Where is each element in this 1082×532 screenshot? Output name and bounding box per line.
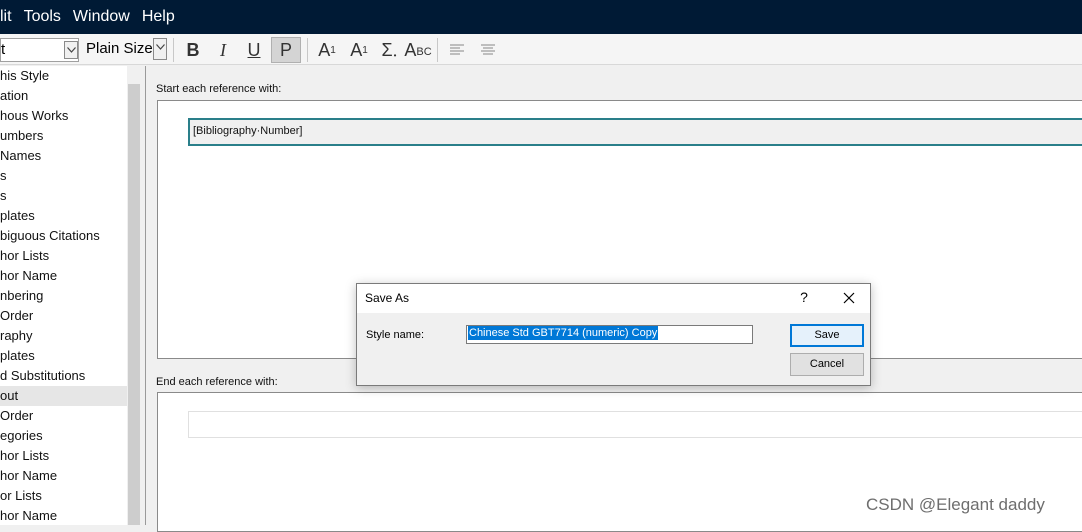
list-item[interactable]: hor Name [0, 506, 127, 525]
toolbar-divider [173, 38, 174, 62]
list-item[interactable]: hous Works [0, 106, 127, 126]
subscript-button[interactable]: A1 [346, 37, 372, 63]
list-item[interactable]: Order [0, 306, 127, 326]
chevron-down-icon[interactable] [153, 38, 167, 60]
subscript-mark: 1 [362, 44, 368, 56]
end-reference-field[interactable] [188, 411, 1082, 438]
list-item[interactable]: biguous Citations [0, 226, 127, 246]
subscript-icon: A [350, 39, 363, 60]
font-dropdown[interactable]: t [0, 38, 79, 62]
small-caps-button[interactable]: A BC [404, 37, 432, 63]
start-reference-label: Start each reference with: [156, 83, 282, 95]
list-item[interactable]: s [0, 186, 127, 206]
watermark: CSDN @Elegant daddy [866, 495, 1045, 514]
small-caps-icon: A [404, 39, 417, 60]
small-caps-mark: BC [416, 46, 432, 58]
list-item[interactable]: hor Name [0, 466, 127, 486]
save-as-dialog: Save As ? Style name: Chinese Std GBT771… [356, 283, 871, 386]
menu-bar: lit Tools Window Help [0, 0, 1082, 34]
list-item[interactable]: nbering [0, 286, 127, 306]
toolbar-divider [437, 38, 438, 62]
list-scrollbar[interactable] [127, 66, 141, 525]
list-item[interactable]: d Substitutions [0, 366, 127, 386]
list-item[interactable]: ation [0, 86, 127, 106]
list-item[interactable]: or Lists [0, 486, 127, 506]
align-center-button[interactable] [477, 37, 499, 63]
dialog-title: Save As [365, 291, 410, 305]
chevron-down-icon[interactable] [64, 41, 78, 59]
bold-button[interactable]: B [181, 37, 205, 63]
close-icon[interactable] [841, 290, 857, 306]
list-item[interactable]: umbers [0, 126, 127, 146]
style-name-label: Style name: [366, 329, 425, 341]
list-item[interactable]: hor Lists [0, 446, 127, 466]
start-reference-field[interactable]: [Bibliography·Number] [188, 118, 1082, 146]
list-item[interactable]: hor Lists [0, 246, 127, 266]
align-left-icon [450, 44, 464, 55]
end-reference-label: End each reference with: [156, 376, 278, 388]
list-item[interactable]: plates [0, 346, 127, 366]
plain-button[interactable]: P [271, 37, 301, 63]
list-item-selected[interactable]: out [0, 386, 127, 406]
list-item[interactable]: his Style [0, 66, 127, 86]
toolbar-divider [307, 38, 308, 62]
style-name-selected-text: Chinese Std GBT7714 (numeric) Copy [468, 326, 659, 340]
align-center-icon [481, 44, 495, 55]
list-item[interactable]: plates [0, 206, 127, 226]
pane-divider[interactable] [145, 66, 146, 525]
style-name-input[interactable]: Chinese Std GBT7714 (numeric) Copy [466, 325, 753, 344]
menu-edit[interactable]: lit [0, 0, 18, 34]
list-item[interactable]: Order [0, 406, 127, 426]
superscript-button[interactable]: A1 [314, 37, 340, 63]
menu-tools[interactable]: Tools [18, 0, 67, 34]
superscript-mark: 1 [330, 44, 336, 56]
italic-button[interactable]: I [211, 37, 235, 63]
list-item[interactable]: egories [0, 426, 127, 446]
format-toolbar: t Plain Size B I U P A1 A1 Σ • A BC [0, 34, 1082, 65]
save-button[interactable]: Save [790, 324, 864, 347]
list-item[interactable]: hor Name [0, 266, 127, 286]
underline-button[interactable]: U [242, 37, 266, 63]
scrollbar-thumb[interactable] [128, 84, 140, 525]
size-dropdown-value: Plain Size [86, 40, 153, 57]
list-item[interactable]: raphy [0, 326, 127, 346]
menu-window[interactable]: Window [67, 0, 136, 34]
size-dropdown[interactable]: Plain Size [84, 38, 167, 62]
align-left-button[interactable] [446, 37, 468, 63]
dialog-titlebar[interactable]: Save As ? [357, 284, 870, 313]
help-icon[interactable]: ? [797, 289, 811, 305]
list-item[interactable]: Names [0, 146, 127, 166]
menu-help[interactable]: Help [136, 0, 181, 34]
list-item[interactable]: s [0, 166, 127, 186]
superscript-icon: A [318, 39, 331, 60]
symbol-button[interactable]: Σ • [377, 37, 401, 63]
cancel-button[interactable]: Cancel [790, 353, 864, 376]
sigma-icon: Σ [381, 39, 393, 60]
font-dropdown-value: t [1, 41, 6, 58]
style-section-list[interactable]: his Style ation hous Works umbers Names … [0, 66, 127, 525]
